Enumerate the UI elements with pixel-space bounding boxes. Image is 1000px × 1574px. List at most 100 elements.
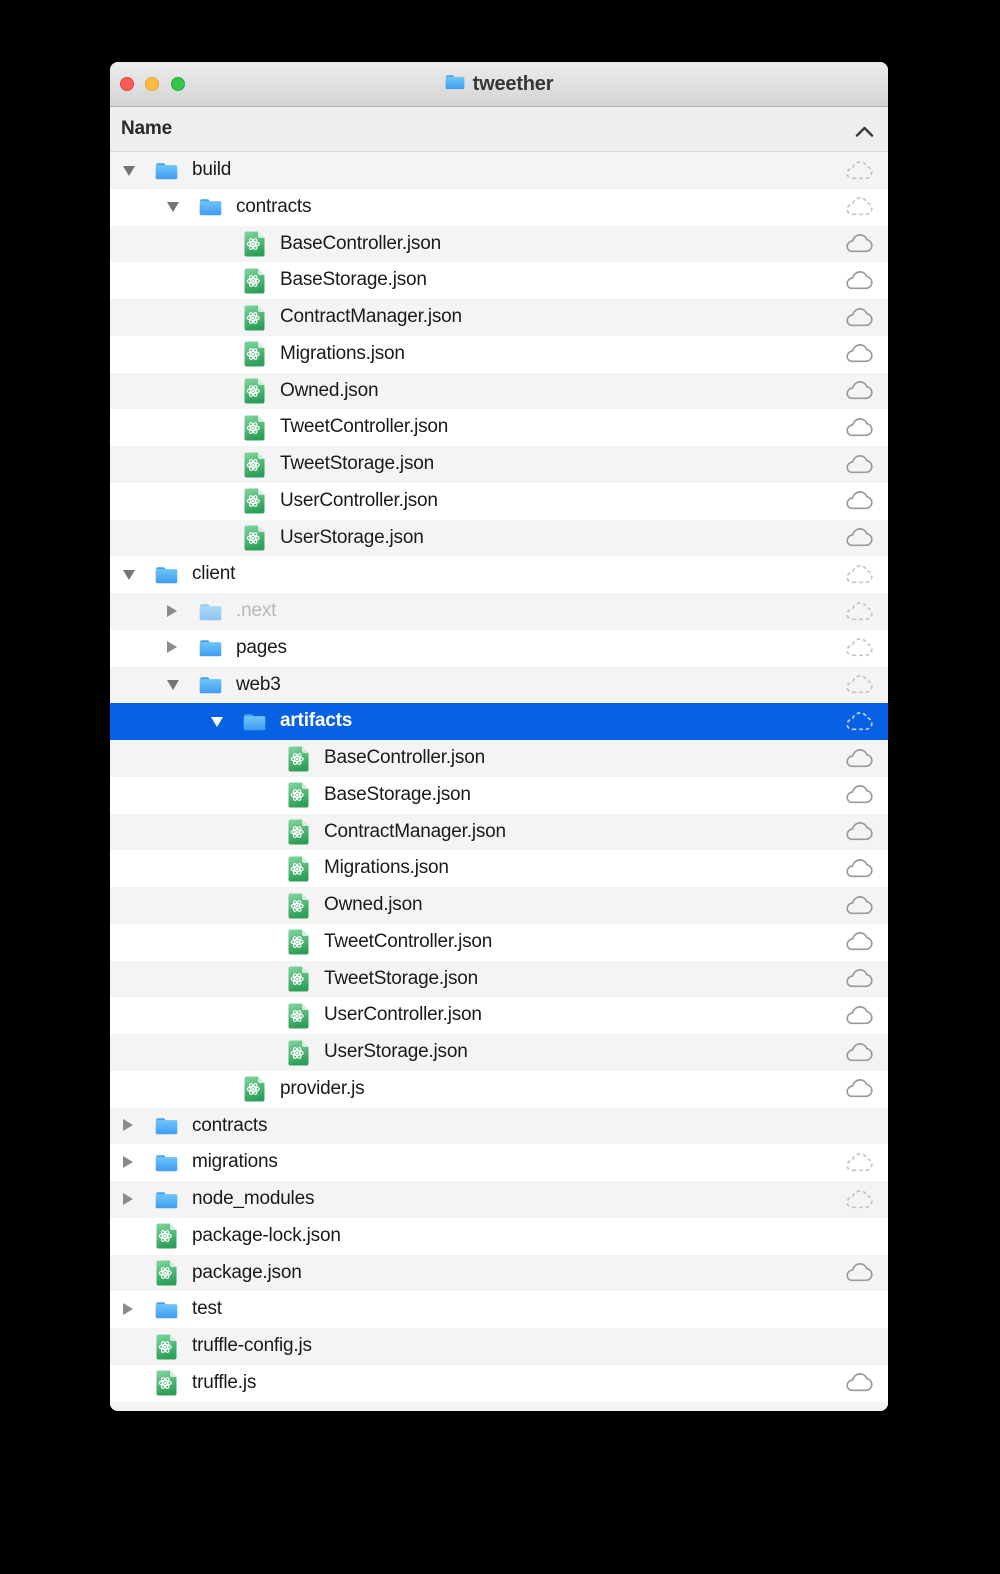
minimize-button[interactable] xyxy=(145,77,159,91)
folder-icon xyxy=(155,162,178,185)
cloud-outline-icon xyxy=(844,490,875,517)
document-atom-icon xyxy=(288,1040,309,1071)
folder-row[interactable]: test xyxy=(110,1291,888,1328)
cloud-outline-icon xyxy=(844,307,875,334)
row-label: UserStorage.json xyxy=(280,526,424,548)
folder-row[interactable]: client xyxy=(110,556,888,593)
file-row[interactable]: TweetController.json xyxy=(110,409,888,446)
cloud-dashed-icon xyxy=(844,1189,875,1216)
triangle-down-icon[interactable] xyxy=(122,569,135,580)
cloud-outline-icon xyxy=(844,1262,875,1289)
file-row[interactable]: UserController.json xyxy=(110,997,888,1034)
triangle-right-icon[interactable] xyxy=(166,604,177,617)
folder-row[interactable]: .next xyxy=(110,593,888,630)
document-atom-icon xyxy=(288,782,309,813)
triangle-right-icon[interactable] xyxy=(122,1302,133,1315)
cloud-dashed-icon xyxy=(844,196,875,223)
file-row[interactable]: TweetStorage.json xyxy=(110,446,888,483)
cloud-outline-icon xyxy=(844,968,875,995)
cloud-dashed-icon xyxy=(844,637,875,664)
row-label: package-lock.json xyxy=(192,1224,341,1246)
row-label: pages xyxy=(236,636,287,658)
file-row[interactable]: TweetController.json xyxy=(110,923,888,961)
row-label: web3 xyxy=(236,673,281,695)
cloud-dashed-icon xyxy=(844,160,875,187)
close-button[interactable] xyxy=(120,77,134,91)
file-row[interactable]: ContractManager.json xyxy=(110,813,888,851)
list-empty-area xyxy=(110,1401,888,1411)
cloud-outline-icon xyxy=(844,527,875,554)
file-row[interactable]: package-lock.json xyxy=(110,1217,888,1255)
row-label: build xyxy=(192,159,232,180)
file-row[interactable]: truffle.js xyxy=(110,1364,888,1402)
document-atom-icon xyxy=(288,966,309,997)
folder-icon xyxy=(155,1117,178,1140)
triangle-down-icon[interactable] xyxy=(166,202,179,213)
triangle-down-icon[interactable] xyxy=(166,680,179,690)
window-titlebar[interactable]: tweether xyxy=(110,62,888,107)
row-label: package.json xyxy=(192,1261,302,1283)
file-row[interactable]: BaseStorage.json xyxy=(110,776,888,814)
document-atom-icon xyxy=(244,268,265,299)
folder-row[interactable]: migrations xyxy=(110,1144,888,1181)
file-row[interactable]: Owned.json xyxy=(110,887,888,924)
file-row[interactable]: ContractManager.json xyxy=(110,299,888,336)
triangle-right-icon[interactable] xyxy=(122,1155,133,1168)
triangle-down-icon[interactable] xyxy=(210,716,223,727)
triangle-right-icon[interactable] xyxy=(122,1119,133,1131)
triangle-right-icon[interactable] xyxy=(166,641,177,654)
folder-row[interactable]: artifacts xyxy=(110,703,888,740)
folder-row[interactable]: contracts xyxy=(110,188,888,226)
document-atom-icon xyxy=(244,378,265,409)
folder-row[interactable]: build xyxy=(110,152,888,189)
folder-icon xyxy=(199,198,222,221)
file-row[interactable]: UserStorage.json xyxy=(110,1034,888,1071)
cloud-dashed-icon xyxy=(844,711,875,738)
document-atom-icon xyxy=(244,305,265,336)
document-atom-icon xyxy=(244,341,265,372)
cloud-outline-icon xyxy=(844,748,875,775)
file-row[interactable]: TweetStorage.json xyxy=(110,960,888,998)
row-label: UserController.json xyxy=(324,1004,482,1026)
row-label: TweetController.json xyxy=(324,930,493,952)
cloud-outline-icon xyxy=(844,1372,875,1399)
triangle-down-icon[interactable] xyxy=(122,165,135,176)
file-row[interactable]: BaseController.json xyxy=(110,740,888,777)
file-row[interactable]: package.json xyxy=(110,1254,888,1292)
row-label: TweetController.json xyxy=(280,416,449,438)
file-row[interactable]: BaseController.json xyxy=(110,225,888,263)
document-atom-icon xyxy=(244,415,265,446)
file-row[interactable]: provider.js xyxy=(110,1070,888,1108)
row-label: node_modules xyxy=(192,1188,315,1209)
file-row[interactable]: BaseStorage.json xyxy=(110,262,888,299)
triangle-right-icon[interactable] xyxy=(122,1192,133,1205)
file-row[interactable]: UserStorage.json xyxy=(110,519,888,557)
row-label: truffle-config.js xyxy=(192,1335,312,1356)
file-row[interactable]: Owned.json xyxy=(110,372,888,410)
folder-row[interactable]: web3 xyxy=(110,666,888,704)
row-label: ContractManager.json xyxy=(280,306,462,327)
document-atom-icon xyxy=(244,452,265,483)
file-row[interactable]: UserController.json xyxy=(110,482,888,520)
file-row[interactable]: Migrations.json xyxy=(110,335,888,373)
finder-window: tweether Name build contracts BaseContro… xyxy=(110,62,888,1411)
document-atom-icon xyxy=(156,1334,177,1365)
folder-icon xyxy=(199,676,222,699)
folder-row[interactable]: node_modules xyxy=(110,1181,888,1218)
document-atom-icon xyxy=(288,929,309,960)
folder-icon xyxy=(199,639,222,662)
folder-row[interactable]: contracts xyxy=(110,1107,888,1145)
file-row[interactable]: truffle-config.js xyxy=(110,1328,888,1365)
file-row[interactable]: Migrations.json xyxy=(110,850,888,887)
row-label: truffle.js xyxy=(192,1371,257,1393)
chevron-up-icon xyxy=(855,124,874,142)
cloud-dashed-icon xyxy=(844,1152,875,1179)
zoom-button[interactable] xyxy=(171,77,185,91)
folder-row[interactable]: pages xyxy=(110,629,888,667)
row-label: migrations xyxy=(192,1151,278,1173)
name-column-header[interactable]: Name xyxy=(110,107,888,152)
document-atom-icon xyxy=(156,1223,177,1254)
folder-icon xyxy=(199,603,222,626)
row-label: .next xyxy=(236,600,277,621)
document-atom-icon xyxy=(244,231,265,262)
